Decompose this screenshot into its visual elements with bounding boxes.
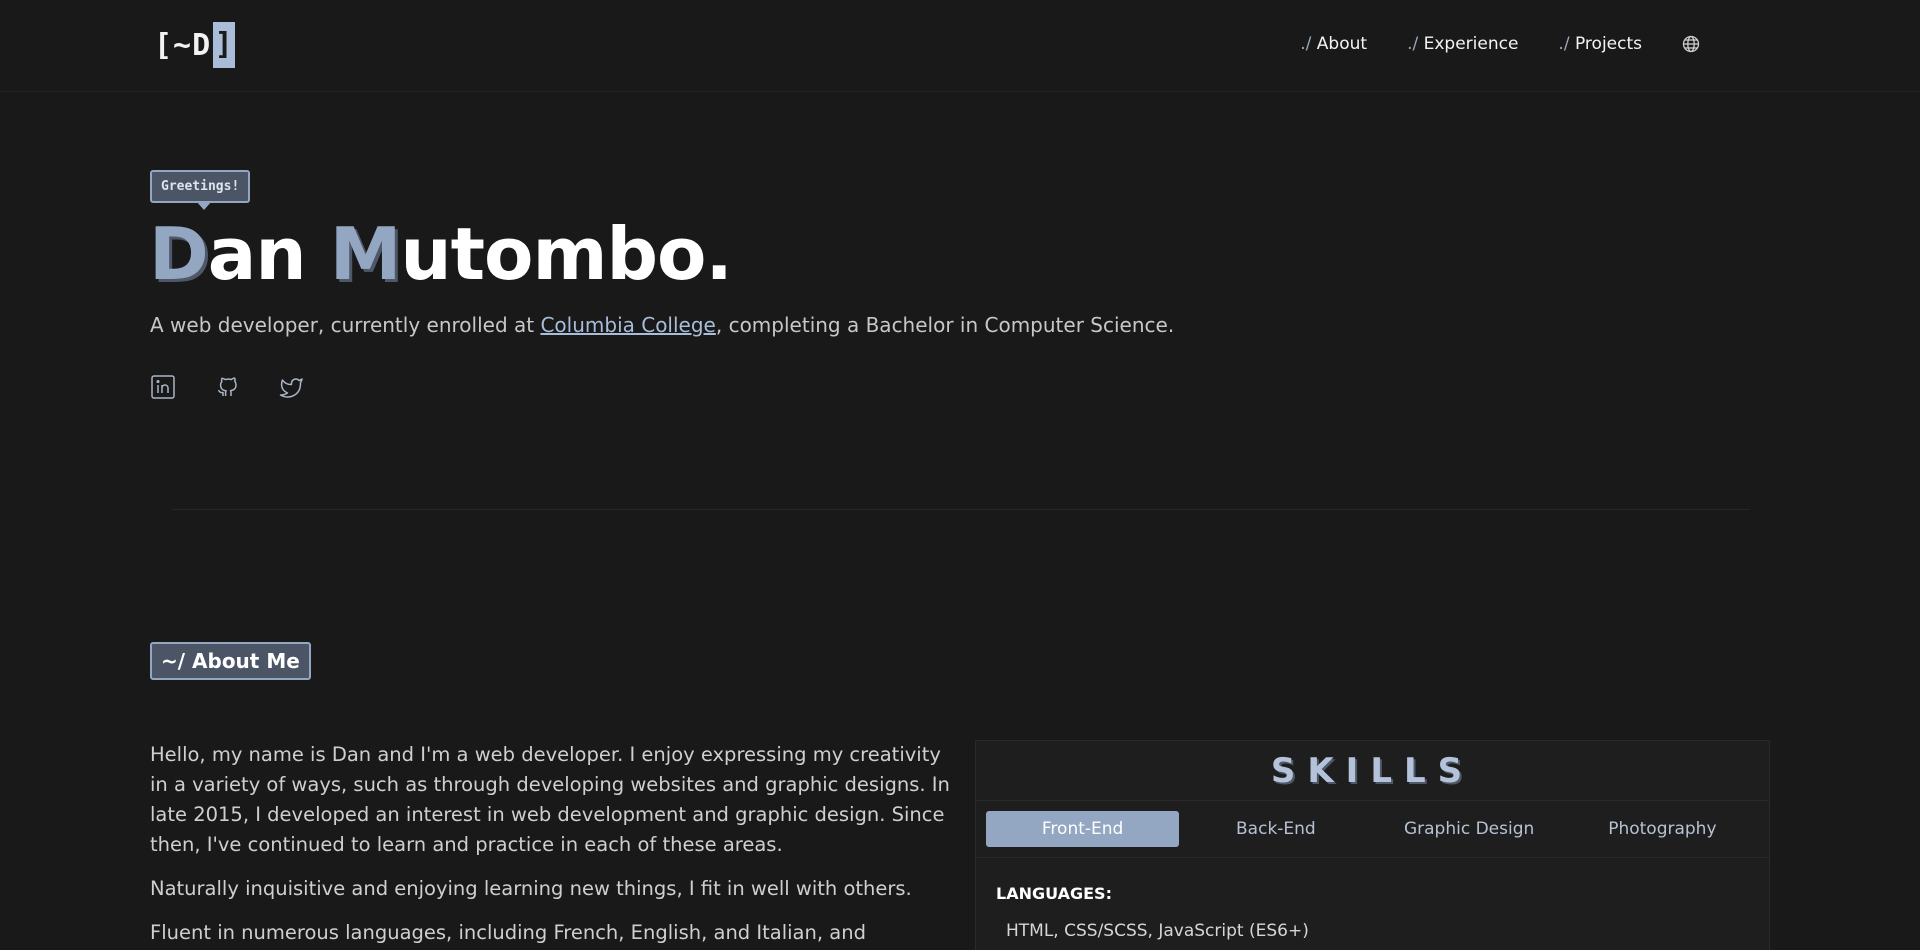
about-paragraph: Naturally inquisitive and enjoying learn… bbox=[150, 877, 912, 900]
skills-title: SKILLS bbox=[976, 741, 1769, 801]
linkedin-icon[interactable] bbox=[150, 374, 176, 400]
nav-link-about[interactable]: ./ About bbox=[1300, 34, 1367, 54]
hero-name: Dan Mutombo. bbox=[149, 212, 733, 296]
tab-front-end[interactable]: Front-End bbox=[986, 811, 1180, 847]
subtitle-text-end: , completing a Bachelor in Computer Scie… bbox=[715, 313, 1175, 337]
college-link[interactable]: Columbia College bbox=[540, 313, 715, 337]
about-paragraph: Hello, my name is Dan and I'm a web deve… bbox=[150, 743, 950, 856]
social-links bbox=[150, 374, 342, 400]
nav-label: Experience bbox=[1423, 34, 1519, 54]
skills-content: LANGUAGES: HTML, CSS/SCSS, JavaScript (E… bbox=[976, 858, 1769, 950]
nav-link-experience[interactable]: ./ Experience bbox=[1407, 34, 1518, 54]
globe-icon[interactable] bbox=[1682, 35, 1700, 53]
tab-photography[interactable]: Photography bbox=[1566, 811, 1759, 847]
languages-heading: LANGUAGES: bbox=[996, 884, 1112, 903]
tab-back-end[interactable]: Back-End bbox=[1179, 811, 1372, 847]
languages-list: HTML, CSS/SCSS, JavaScript (ES6+) bbox=[1006, 921, 1309, 941]
section-divider bbox=[172, 509, 1750, 510]
first-initial: D bbox=[149, 212, 209, 296]
first-name-rest: an bbox=[207, 212, 330, 296]
skills-panel: SKILLS Front-End Back-End Graphic Design… bbox=[975, 740, 1770, 950]
twitter-icon[interactable] bbox=[278, 374, 304, 400]
main-nav: ./ About ./ Experience ./ Projects bbox=[1260, 34, 1700, 54]
site-logo[interactable]: [~D ] bbox=[154, 22, 236, 68]
last-name-rest: utombo. bbox=[400, 212, 733, 296]
nav-prefix: ./ bbox=[1300, 34, 1312, 54]
greeting-tooltip: Greetings! bbox=[150, 170, 251, 210]
subtitle-text: A web developer, currently enrolled at bbox=[150, 313, 541, 337]
nav-label: Projects bbox=[1574, 34, 1642, 54]
hero-subtitle: A web developer, currently enrolled at C… bbox=[150, 313, 1174, 337]
about-section-tag: ~/ About Me bbox=[150, 642, 311, 680]
last-initial: M bbox=[329, 212, 402, 296]
skills-tabs: Front-End Back-End Graphic Design Photog… bbox=[976, 801, 1769, 858]
about-paragraph: Fluent in numerous languages, including … bbox=[150, 921, 866, 944]
top-navbar: [~D ] ./ About ./ Experience ./ Projects bbox=[0, 0, 1920, 92]
nav-label: About bbox=[1316, 34, 1368, 54]
github-icon[interactable] bbox=[214, 374, 240, 400]
nav-prefix: ./ bbox=[1407, 34, 1419, 54]
about-text: Hello, my name is Dan and I'm a web deve… bbox=[150, 740, 950, 950]
logo-text: [~D bbox=[154, 27, 212, 63]
nav-prefix: ./ bbox=[1558, 34, 1570, 54]
nav-link-projects[interactable]: ./ Projects bbox=[1558, 34, 1642, 54]
tab-graphic-design[interactable]: Graphic Design bbox=[1373, 811, 1566, 847]
logo-cursor: ] bbox=[213, 22, 236, 68]
